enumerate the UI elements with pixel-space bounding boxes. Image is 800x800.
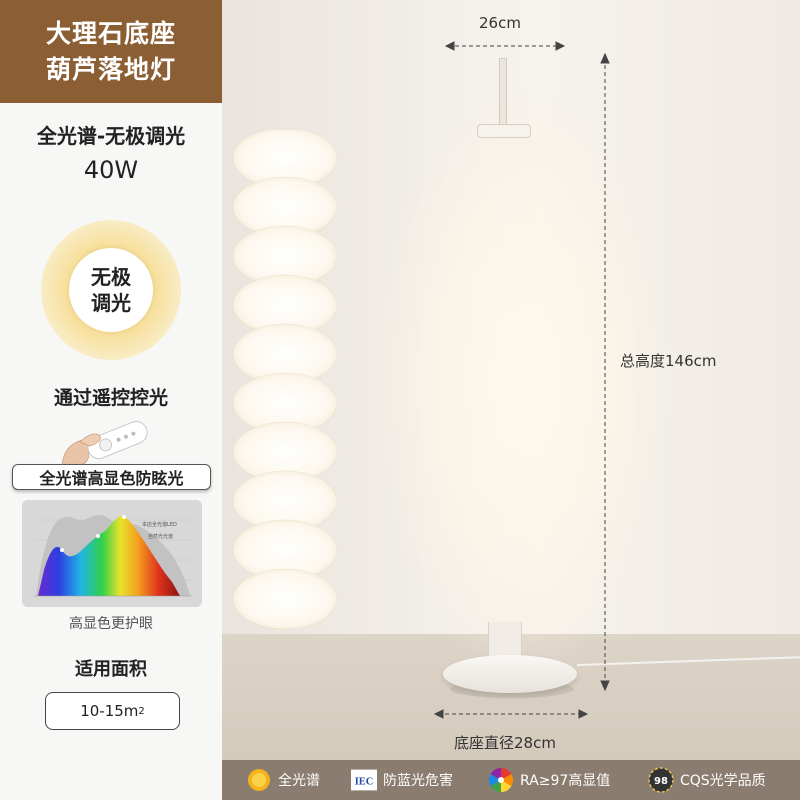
- title-line-1: 大理石底座: [45, 18, 176, 48]
- color-wheel-icon: [488, 768, 514, 792]
- dimming-glow-icon: 无极 调光: [41, 220, 181, 360]
- remote-control-hand-icon: [61, 421, 148, 465]
- badge-full-spectrum: 全光谱: [246, 760, 320, 800]
- cqs-icon-text: 98: [654, 776, 668, 787]
- top-width-label: 26cm: [479, 14, 521, 32]
- power-rating: 40W: [83, 156, 139, 184]
- iec-icon: IEC: [351, 769, 377, 791]
- base-diameter-label: 底座直径28cm: [454, 734, 556, 752]
- spectrum-caption: 高显色更护眼: [69, 616, 153, 632]
- spectrum-graphic: 本店全光谱LED 自然光光谱: [22, 500, 202, 607]
- info-panel: 大理石底座 葫芦落地灯 全光谱-无极调光 40W 无极 调光 通过遥控控光 全光…: [0, 0, 222, 760]
- dimension-arrows: [433, 41, 610, 719]
- title-line-2: 葫芦落地灯: [45, 54, 176, 84]
- spectrum-pill: 全光谱高显色防眩光: [12, 464, 211, 490]
- cqs-icon: 98: [648, 767, 674, 793]
- badge-label-0: 全光谱: [278, 773, 320, 789]
- bottom-left-filler: [0, 760, 222, 800]
- badge-label-2: RA≥97高显值: [520, 773, 611, 789]
- dimming-label-circle: 无极 调光: [69, 248, 153, 332]
- legend-sun: 自然光光谱: [148, 533, 173, 540]
- iec-icon-text: IEC: [355, 776, 373, 787]
- product-photo: 26cm 总高度146cm 底座直径28cm: [222, 0, 800, 760]
- total-height-label: 总高度146cm: [620, 352, 717, 370]
- dimming-line-2: 调光: [91, 291, 131, 315]
- badge-label-3: CQS光学品质: [680, 773, 766, 789]
- sun-icon: [248, 769, 270, 791]
- legend-led: 本店全光谱LED: [142, 521, 177, 528]
- title-banner: 大理石底座 葫芦落地灯: [0, 0, 222, 103]
- badge-label-1: 防蓝光危害: [383, 773, 453, 789]
- badge-ra: RA≥97高显值: [488, 760, 610, 800]
- badge-iec: IEC 防蓝光危害: [351, 760, 453, 800]
- remote-title: 通过遥控控光: [53, 387, 168, 409]
- spectrum-chart-image: 本店全光谱LED 自然光光谱: [22, 500, 202, 607]
- area-value: 10-15m: [80, 702, 139, 720]
- dimming-line-1: 无极: [91, 265, 131, 289]
- badge-cqs: 98 CQS光学品质: [648, 760, 766, 800]
- area-value-box: 10-15m 2: [45, 692, 180, 730]
- area-unit-sup: 2: [138, 705, 145, 717]
- area-title: 适用面积: [75, 659, 147, 680]
- feature-title: 全光谱-无极调光: [36, 124, 186, 148]
